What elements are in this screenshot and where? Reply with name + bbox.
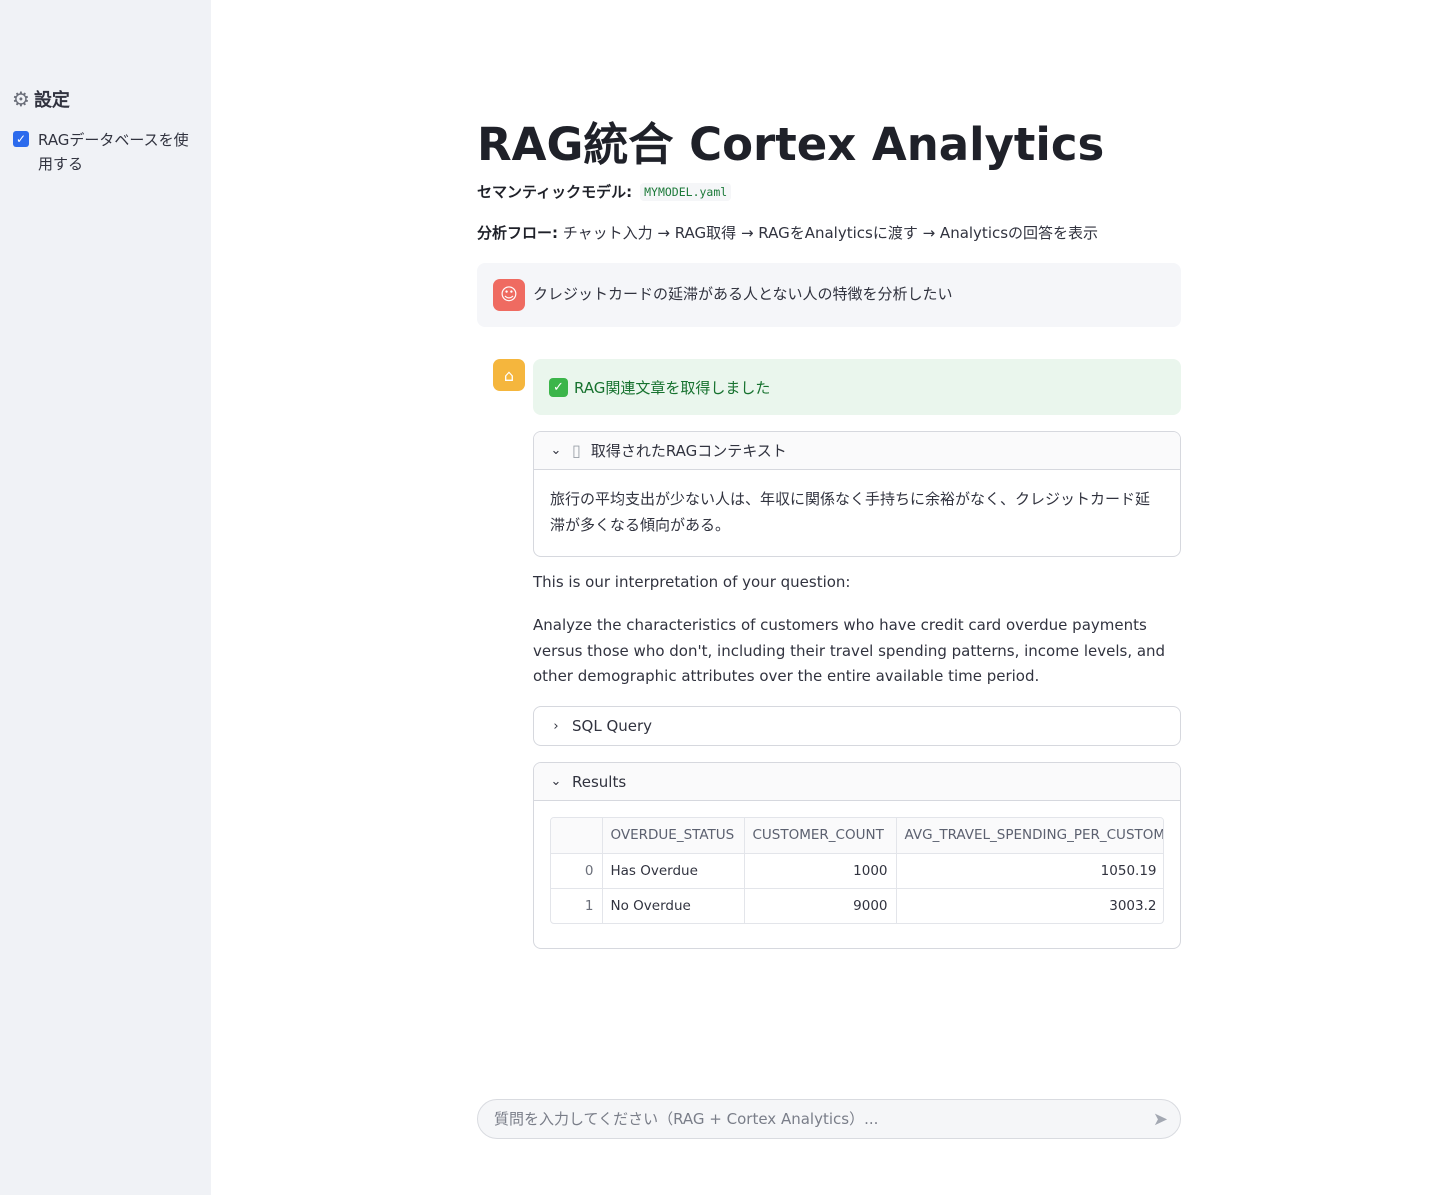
- chevron-down-icon: ⌄: [550, 774, 562, 789]
- semantic-model-label: セマンティックモデル:: [477, 183, 633, 201]
- success-text: RAG関連文章を取得しました: [574, 378, 771, 397]
- table-row: 0 Has Overdue 1000 1050.19: [551, 853, 1163, 889]
- table-header-overdue-status[interactable]: OVERDUE_STATUS: [602, 818, 745, 854]
- sql-query-title: SQL Query: [572, 717, 653, 735]
- sidebar: ⚙ 設定 ✓ RAGデータベースを使用する: [0, 0, 211, 1195]
- rag-context-body: 旅行の平均支出が少ない人は、年収に関係なく手持ちに余裕がなく、クレジットカード延…: [550, 490, 1151, 534]
- page-title: RAG統合 Cortex Analytics: [477, 118, 1105, 171]
- rag-context-expander-header[interactable]: ⌄ ▯ 取得されたRAGコンテキスト: [534, 432, 1180, 470]
- table-cell[interactable]: 3003.2: [896, 888, 1163, 923]
- interpretation-heading: This is our interpretation of your quest…: [533, 573, 851, 591]
- assistant-avatar-icon: ⌂: [493, 359, 525, 391]
- rag-database-checkbox[interactable]: ✓ RAGデータベースを使用する: [13, 128, 198, 176]
- sql-query-expander: › SQL Query: [533, 706, 1181, 746]
- success-alert: ✓ RAG関連文章を取得しました: [533, 359, 1181, 415]
- table-cell[interactable]: 1: [551, 888, 603, 923]
- analysis-flow-value: チャット入力 → RAG取得 → RAGをAnalyticsに渡す → Anal…: [562, 224, 1099, 242]
- results-dataframe[interactable]: OVERDUE_STATUS CUSTOMER_COUNT AVG_TRAVEL…: [550, 817, 1164, 924]
- table-cell[interactable]: Has Overdue: [602, 853, 745, 889]
- results-title: Results: [572, 772, 627, 791]
- table-header-row: OVERDUE_STATUS CUSTOMER_COUNT AVG_TRAVEL…: [551, 818, 1163, 854]
- analysis-flow-line: 分析フロー: チャット入力 → RAG取得 → RAGをAnalyticsに渡す…: [477, 222, 1098, 243]
- rag-context-expander: ⌄ ▯ 取得されたRAGコンテキスト 旅行の平均支出が少ない人は、年収に関係なく…: [533, 431, 1181, 557]
- sidebar-header: ⚙ 設定: [12, 86, 70, 112]
- chevron-down-icon: ⌄: [550, 443, 562, 458]
- analysis-flow-label: 分析フロー:: [477, 224, 558, 242]
- table-cell[interactable]: No Overdue: [602, 888, 745, 923]
- checkbox-checked-icon[interactable]: ✓: [13, 131, 29, 147]
- chat-input-bar: ➤: [477, 1099, 1181, 1139]
- gear-icon: ⚙: [12, 87, 30, 111]
- table-header-customer-count[interactable]: CUSTOMER_COUNT: [744, 818, 897, 854]
- semantic-model-code: MYMODEL.yaml: [640, 182, 732, 201]
- sidebar-title: 設定: [33, 90, 70, 111]
- table-row: 1 No Overdue 9000 3003.2: [551, 888, 1163, 923]
- table-header-avg-travel-spending[interactable]: AVG_TRAVEL_SPENDING_PER_CUSTOM: [896, 818, 1163, 854]
- table-cell[interactable]: 1050.19: [896, 853, 1163, 889]
- user-message-text: クレジットカードの延滞がある人とない人の特徴を分析したい: [533, 285, 953, 303]
- table-cell[interactable]: 0: [551, 853, 603, 889]
- rag-checkbox-label: RAGデータベースを使用する: [38, 131, 189, 173]
- results-expander: ⌄ Results OVERDUE_STATUS CUSTOMER_COUNT …: [533, 762, 1181, 949]
- user-avatar-icon: ☺: [493, 279, 525, 311]
- semantic-model-line: セマンティックモデル: MYMODEL.yaml: [477, 181, 732, 202]
- results-table: OVERDUE_STATUS CUSTOMER_COUNT AVG_TRAVEL…: [551, 818, 1163, 923]
- chat-input[interactable]: [494, 1110, 1153, 1128]
- document-icon: ▯: [572, 441, 581, 460]
- results-expander-header[interactable]: ⌄ Results: [534, 763, 1180, 801]
- table-cell[interactable]: 1000: [744, 853, 897, 889]
- check-mark-icon: ✓: [549, 377, 568, 397]
- table-header-index[interactable]: [551, 818, 603, 854]
- interpretation-text: Analyze the characteristics of customers…: [533, 616, 1166, 685]
- table-cell[interactable]: 9000: [744, 888, 897, 923]
- sql-query-expander-header[interactable]: › SQL Query: [534, 707, 1180, 745]
- rag-context-title: 取得されたRAGコンテキスト: [590, 442, 787, 460]
- user-chat-message: ☺ クレジットカードの延滞がある人とない人の特徴を分析したい: [477, 263, 1181, 327]
- chevron-right-icon: ›: [553, 718, 559, 734]
- send-icon[interactable]: ➤: [1153, 1109, 1168, 1130]
